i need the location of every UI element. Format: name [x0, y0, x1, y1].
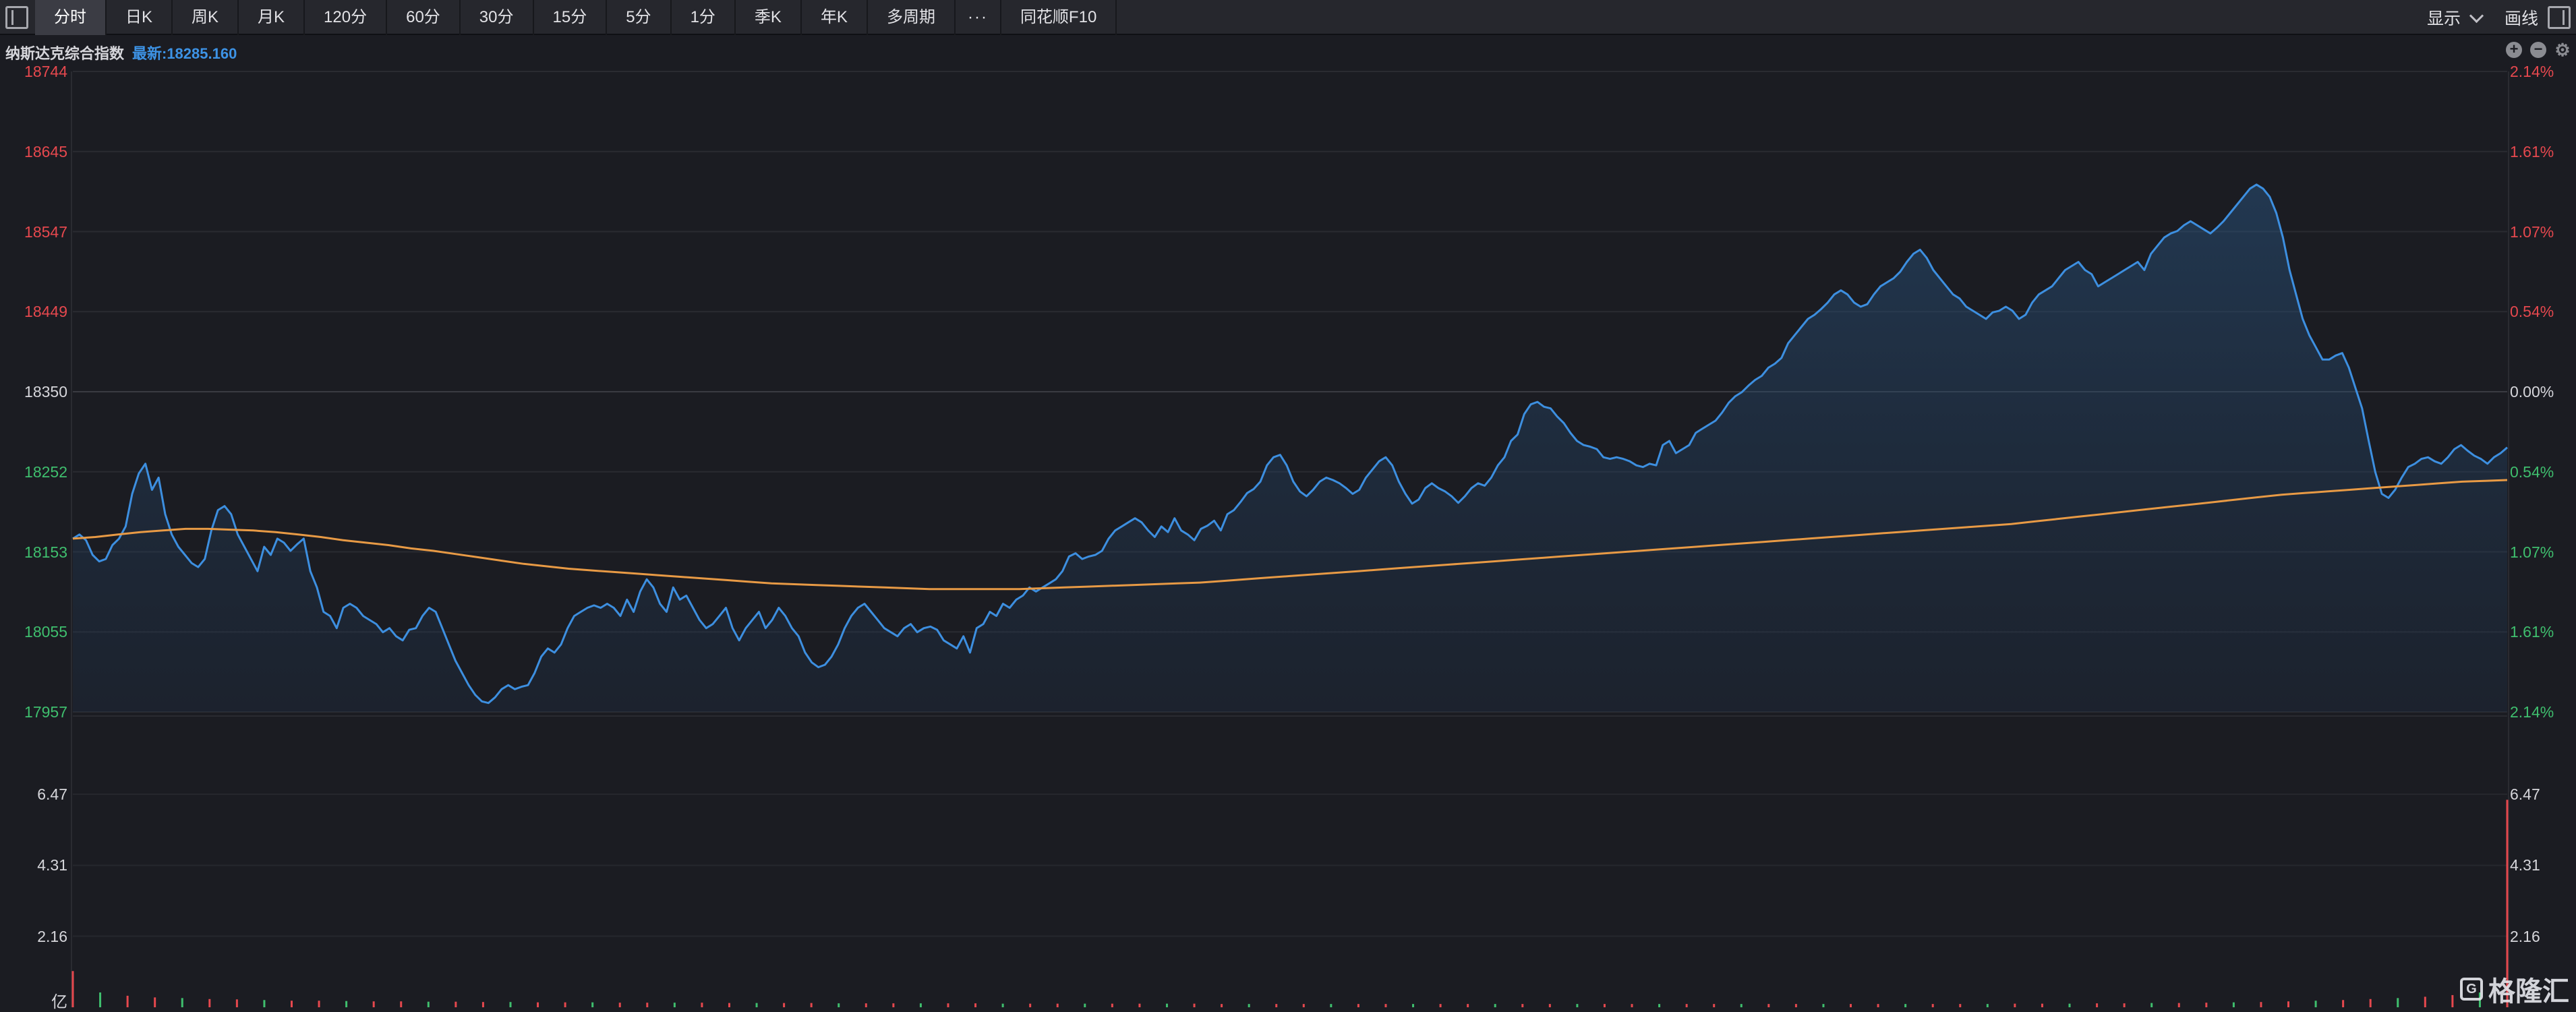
percent-tick-label: 1.07%: [2510, 222, 2554, 241]
volume-unit-label: 亿: [51, 993, 67, 1011]
price-tick-label: 18252: [24, 463, 67, 481]
volume-tick-label: 2.16: [37, 927, 67, 945]
percent-tick-label: 1.61%: [2510, 142, 2554, 160]
volume-tick-label: 6.47: [37, 785, 67, 803]
price-tick-label: 17957: [24, 703, 67, 721]
volume-tick-label: 4.31: [37, 856, 67, 874]
volume-tick-label-right: 4.31: [2510, 856, 2540, 874]
volume-tick-label-right: 6.47: [2510, 785, 2540, 803]
price-tick-label: 18153: [24, 543, 67, 561]
percent-tick-label: 0.00%: [2510, 383, 2554, 400]
watermark-logo: G 格隆汇: [2460, 970, 2569, 1009]
percent-tick-label: 2.14%: [2510, 63, 2554, 80]
price-tick-label: 18645: [24, 142, 67, 160]
price-tick-label: 18055: [24, 623, 67, 641]
watermark-text: 格隆汇: [2488, 977, 2569, 1007]
percent-tick-label: 0.54%: [2510, 463, 2554, 481]
percent-tick-label: 0.54%: [2510, 303, 2554, 321]
volume-tick-label-right: 2.16: [2510, 927, 2540, 945]
price-tick-label: 18449: [24, 303, 67, 321]
percent-tick-label: 2.14%: [2510, 703, 2554, 721]
price-area-fill: [73, 184, 2507, 712]
watermark-g-icon: G: [2460, 978, 2483, 1001]
price-tick-label: 18547: [24, 222, 67, 241]
price-tick-label: 18744: [24, 63, 67, 80]
intraday-chart: [71, 71, 2509, 1007]
percent-tick-label: 1.07%: [2510, 543, 2554, 561]
price-tick-label: 18350: [24, 383, 67, 400]
percent-tick-label: 1.61%: [2510, 623, 2554, 641]
